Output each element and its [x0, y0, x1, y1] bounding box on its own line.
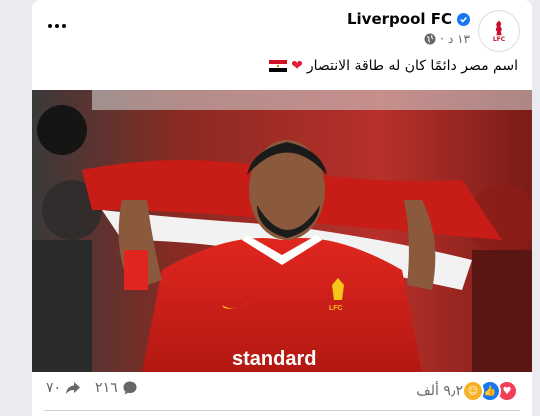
liverbird-icon: [495, 20, 502, 36]
share-icon: [66, 382, 81, 394]
page-avatar[interactable]: LFC: [478, 10, 520, 52]
photo-image: standard LFC: [32, 90, 532, 372]
post-timestamp[interactable]: ١٣ د: [448, 32, 470, 46]
engagement-counts: ٢١٦ ٧٠: [46, 380, 138, 396]
crest-text: LFC: [329, 305, 343, 312]
page-name-row: Liverpool FC: [347, 10, 470, 28]
post-card: LFC Liverpool FC ١٣ د · اسم مصر دائمًا ك…: [32, 0, 532, 416]
shares-count-label: ٧٠: [46, 380, 62, 396]
shirt-sponsor-text: standard: [232, 348, 316, 370]
reactions-summary[interactable]: ♥ 👍 ☺ ٩٫٢ ألف: [416, 380, 518, 402]
comments-count[interactable]: ٢١٦: [95, 380, 138, 396]
reaction-icons: ♥ 👍 ☺: [462, 380, 518, 402]
heart-emoji-icon: ❤: [291, 58, 303, 74]
egypt-flag-icon: [269, 60, 288, 72]
caption-text: اسم مصر دائمًا كان له طاقة الانتصار: [306, 58, 518, 74]
post-header: LFC Liverpool FC ١٣ د ·: [32, 0, 532, 56]
meta-separator: ·: [440, 32, 444, 46]
stats-divider: [44, 410, 520, 411]
globe-icon: [424, 33, 436, 45]
comments-count-label: ٢١٦: [95, 380, 118, 396]
dot-icon: [48, 24, 52, 28]
comment-icon: [123, 381, 137, 395]
page-name-link[interactable]: Liverpool FC: [347, 10, 452, 28]
reaction-count: ٩٫٢ ألف: [416, 383, 463, 399]
shares-count[interactable]: ٧٠: [46, 380, 81, 396]
post-caption: اسم مصر دائمًا كان له طاقة الانتصار ❤: [269, 58, 518, 74]
dot-icon: [62, 24, 66, 28]
care-icon: ☺: [462, 380, 484, 402]
post-stats: ♥ 👍 ☺ ٩٫٢ ألف ٢١٦ ٧٠: [32, 372, 532, 408]
verified-badge-icon: [457, 12, 470, 26]
dot-icon: [55, 24, 59, 28]
logo-text: LFC: [492, 36, 506, 43]
post-photo[interactable]: standard LFC: [32, 90, 532, 372]
post-meta: ١٣ د ·: [424, 32, 470, 46]
more-options-button[interactable]: [42, 14, 72, 38]
